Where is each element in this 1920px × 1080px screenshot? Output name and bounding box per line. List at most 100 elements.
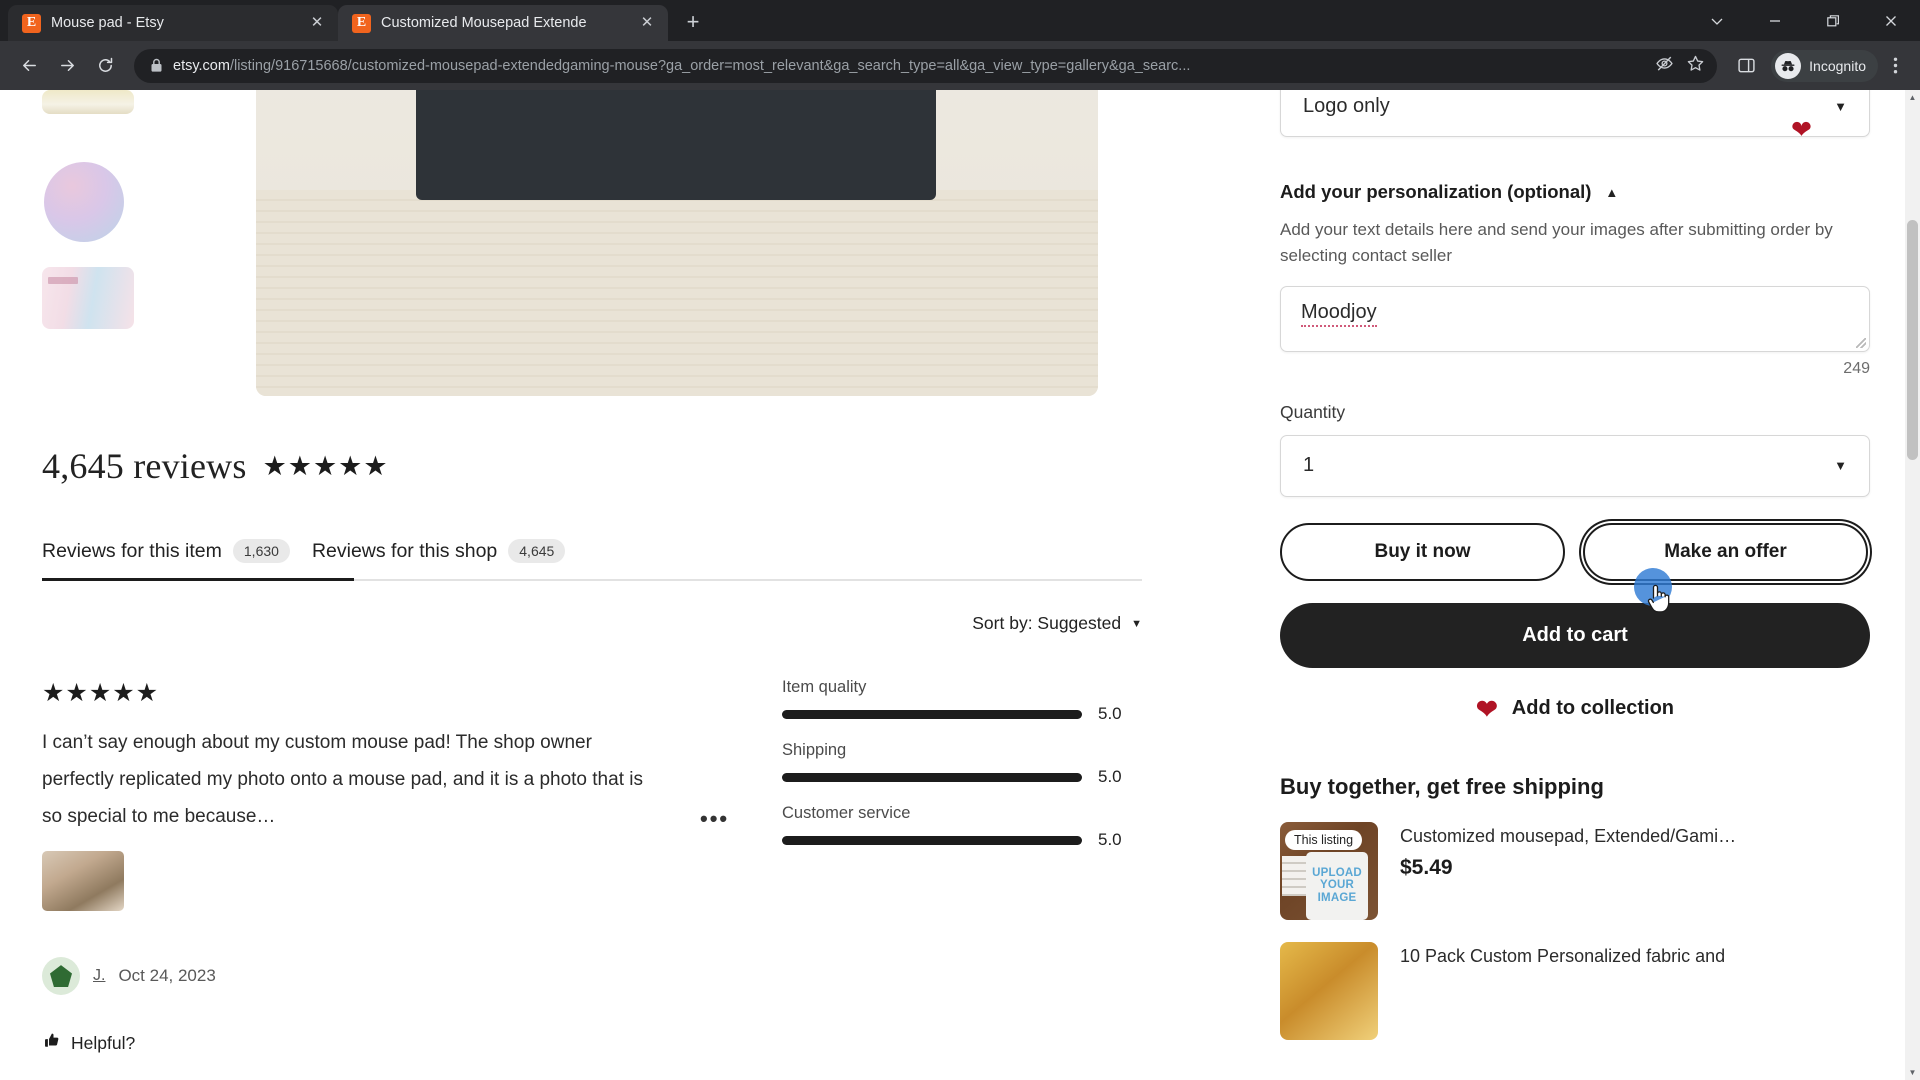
toolbar-right-group: Incognito (1729, 49, 1910, 83)
add-to-cart-label: Add to cart (1522, 623, 1628, 646)
metric-shipping: Shipping 5.0 (782, 741, 1142, 787)
browser-tab-1[interactable]: E Mouse pad - Etsy ✕ (8, 5, 338, 41)
metric-customer-service: Customer service 5.0 (782, 804, 1142, 850)
add-to-collection-label: Add to collection (1511, 697, 1674, 720)
add-to-collection-button[interactable]: ❤ Add to collection (1280, 696, 1870, 722)
buy-together-item[interactable]: UPLOAD YOUR IMAGE This listing Customize… (1280, 116, 1880, 920)
buy-together-title: Buy together, get free shipping (1280, 773, 1604, 799)
tab-count-badge: 4,645 (508, 539, 566, 563)
helpful-button[interactable]: Helpful? (42, 1031, 702, 1055)
quantity-value: 1 (1303, 454, 1315, 477)
chevron-down-icon: ▼ (1131, 617, 1142, 630)
chevron-down-icon: ▼ (1834, 98, 1847, 114)
variation-select[interactable]: Logo only ▼ (1280, 90, 1870, 137)
thumb-line-3: IMAGE (1317, 891, 1357, 904)
quantity-select[interactable]: 1 ▼ (1280, 434, 1870, 497)
url-path: /listing/916715668/customized-mousepad-e… (229, 57, 1191, 74)
buy-it-now-button[interactable]: Buy it now (1280, 522, 1565, 581)
buy-together-thumbnail: UPLOAD YOUR IMAGE This listing (1280, 821, 1378, 920)
helpful-label: Helpful? (71, 1032, 136, 1053)
review-expand-ellipsis[interactable]: ••• (700, 806, 729, 832)
this-listing-badge: This listing (1285, 829, 1363, 850)
page-viewport: 4,645 reviews ★★★★★ Reviews for this ite… (0, 90, 1920, 1080)
thumbs-up-icon (42, 1031, 61, 1055)
kebab-menu-icon[interactable] (1880, 49, 1910, 83)
tab-label: Reviews for this item (42, 539, 222, 562)
metric-label: Customer service (782, 804, 911, 822)
tab-count-badge: 1,630 (232, 539, 290, 563)
buy-together-item-name: 10 Pack Custom Personalized fabric and (1400, 945, 1726, 966)
reviews-section: 4,645 reviews ★★★★★ Reviews for this ite… (42, 445, 1142, 1080)
tab-reviews-for-this-shop[interactable]: Reviews for this shop 4,645 (311, 539, 566, 581)
metric-bar (782, 709, 1082, 719)
new-tab-button[interactable]: + (676, 5, 710, 39)
page-scrollbar[interactable]: ▲ ▼ (1905, 90, 1920, 1080)
chevron-down-icon: ▼ (1834, 458, 1847, 474)
forward-arrow-icon[interactable] (50, 49, 84, 83)
variation-value: Logo only (1303, 94, 1390, 117)
review-author-row: J. Oct 24, 2023 (42, 957, 702, 996)
make-an-offer-button[interactable]: Make an offer (1583, 522, 1868, 581)
mouse-cursor (1645, 583, 1671, 622)
tab-title: Customized Mousepad Extende (381, 15, 587, 31)
favorite-heart-icon[interactable]: ❤ (1791, 115, 1812, 145)
minimize-icon[interactable] (1746, 0, 1804, 41)
tab-label: Reviews for this shop (311, 539, 498, 562)
lock-icon (150, 58, 163, 73)
scroll-down-arrow-icon[interactable]: ▼ (1905, 1065, 1920, 1080)
gallery-thumbnail-list (42, 90, 134, 347)
scrollbar-thumb[interactable] (1907, 220, 1918, 460)
buy-together-item-name: Customized mousepad, Extended/Gami… (1400, 825, 1737, 846)
metric-bar (782, 835, 1082, 845)
tab-strip: E Mouse pad - Etsy ✕ E Customized Mousep… (0, 0, 1920, 41)
side-panel-icon[interactable] (1729, 49, 1763, 83)
browser-toolbar: etsy.com/listing/916715668/customized-mo… (0, 41, 1920, 90)
review-item: ★★★★★ I can’t say enough about my custom… (42, 678, 1142, 1055)
buy-together-thumbnail (1280, 941, 1378, 1040)
chevron-up-icon: ▲ (1605, 184, 1619, 200)
metric-label: Shipping (782, 741, 847, 759)
profile-chip-incognito[interactable]: Incognito (1771, 49, 1878, 82)
reload-icon[interactable] (88, 49, 122, 83)
address-bar[interactable]: etsy.com/listing/916715668/customized-mo… (134, 48, 1718, 83)
metric-bar (782, 772, 1082, 782)
close-icon[interactable]: ✕ (636, 12, 658, 34)
restore-icon[interactable] (1804, 0, 1862, 41)
review-photo[interactable] (42, 851, 124, 912)
product-hero-image[interactable] (256, 90, 1098, 396)
back-arrow-icon[interactable] (12, 49, 46, 83)
purchase-panel: Logo only ▼ Add your personalization (op… (1280, 90, 1880, 1040)
bookmark-star-icon[interactable] (1686, 54, 1705, 78)
gallery-thumbnail[interactable] (42, 90, 134, 114)
sort-by-dropdown[interactable]: Sort by: Suggested ▼ (972, 613, 1142, 634)
tab-reviews-for-this-item[interactable]: Reviews for this item 1,630 (42, 539, 290, 581)
personalization-input[interactable]: Moodjoy (1280, 285, 1870, 352)
url-domain: etsy.com (173, 57, 230, 74)
tab-title: Mouse pad - Etsy (51, 15, 164, 31)
personalization-header[interactable]: Add your personalization (optional) ▲ (1280, 181, 1880, 203)
close-icon[interactable] (1862, 0, 1920, 41)
eye-slash-icon[interactable] (1655, 54, 1674, 78)
buy-together-item-price: $5.49 (1400, 855, 1453, 879)
browser-tab-2[interactable]: E Customized Mousepad Extende ✕ (338, 5, 668, 41)
close-icon[interactable]: ✕ (306, 12, 328, 34)
reviews-heading: 4,645 reviews ★★★★★ (42, 445, 1142, 487)
review-text: I can’t say enough about my custom mouse… (42, 732, 643, 828)
add-to-cart-button[interactable]: Add to cart (1280, 602, 1870, 668)
gallery-thumbnail[interactable] (44, 162, 124, 242)
tabs-active-indicator (42, 578, 354, 581)
metric-value: 5.0 (1098, 767, 1122, 786)
thumb-line-2: YOUR (1319, 879, 1355, 892)
chevron-down-icon[interactable] (1688, 0, 1746, 41)
review-date: Oct 24, 2023 (118, 966, 216, 986)
incognito-icon (1775, 52, 1802, 79)
personalization-description: Add your text details here and send your… (1280, 220, 1833, 266)
gallery-thumbnail[interactable] (42, 267, 134, 329)
review-metrics: Item quality 5.0 Shipping 5.0 Customer s… (782, 678, 1142, 867)
resize-grip-icon[interactable] (1856, 337, 1866, 348)
metric-item-quality: Item quality 5.0 (782, 678, 1142, 724)
buy-together-item[interactable]: 10 Pack Custom Personalized fabric and (1280, 941, 1880, 1040)
buy-it-now-label: Buy it now (1374, 540, 1471, 562)
scroll-up-arrow-icon[interactable]: ▲ (1905, 90, 1920, 105)
review-author-link[interactable]: J. (93, 967, 105, 985)
